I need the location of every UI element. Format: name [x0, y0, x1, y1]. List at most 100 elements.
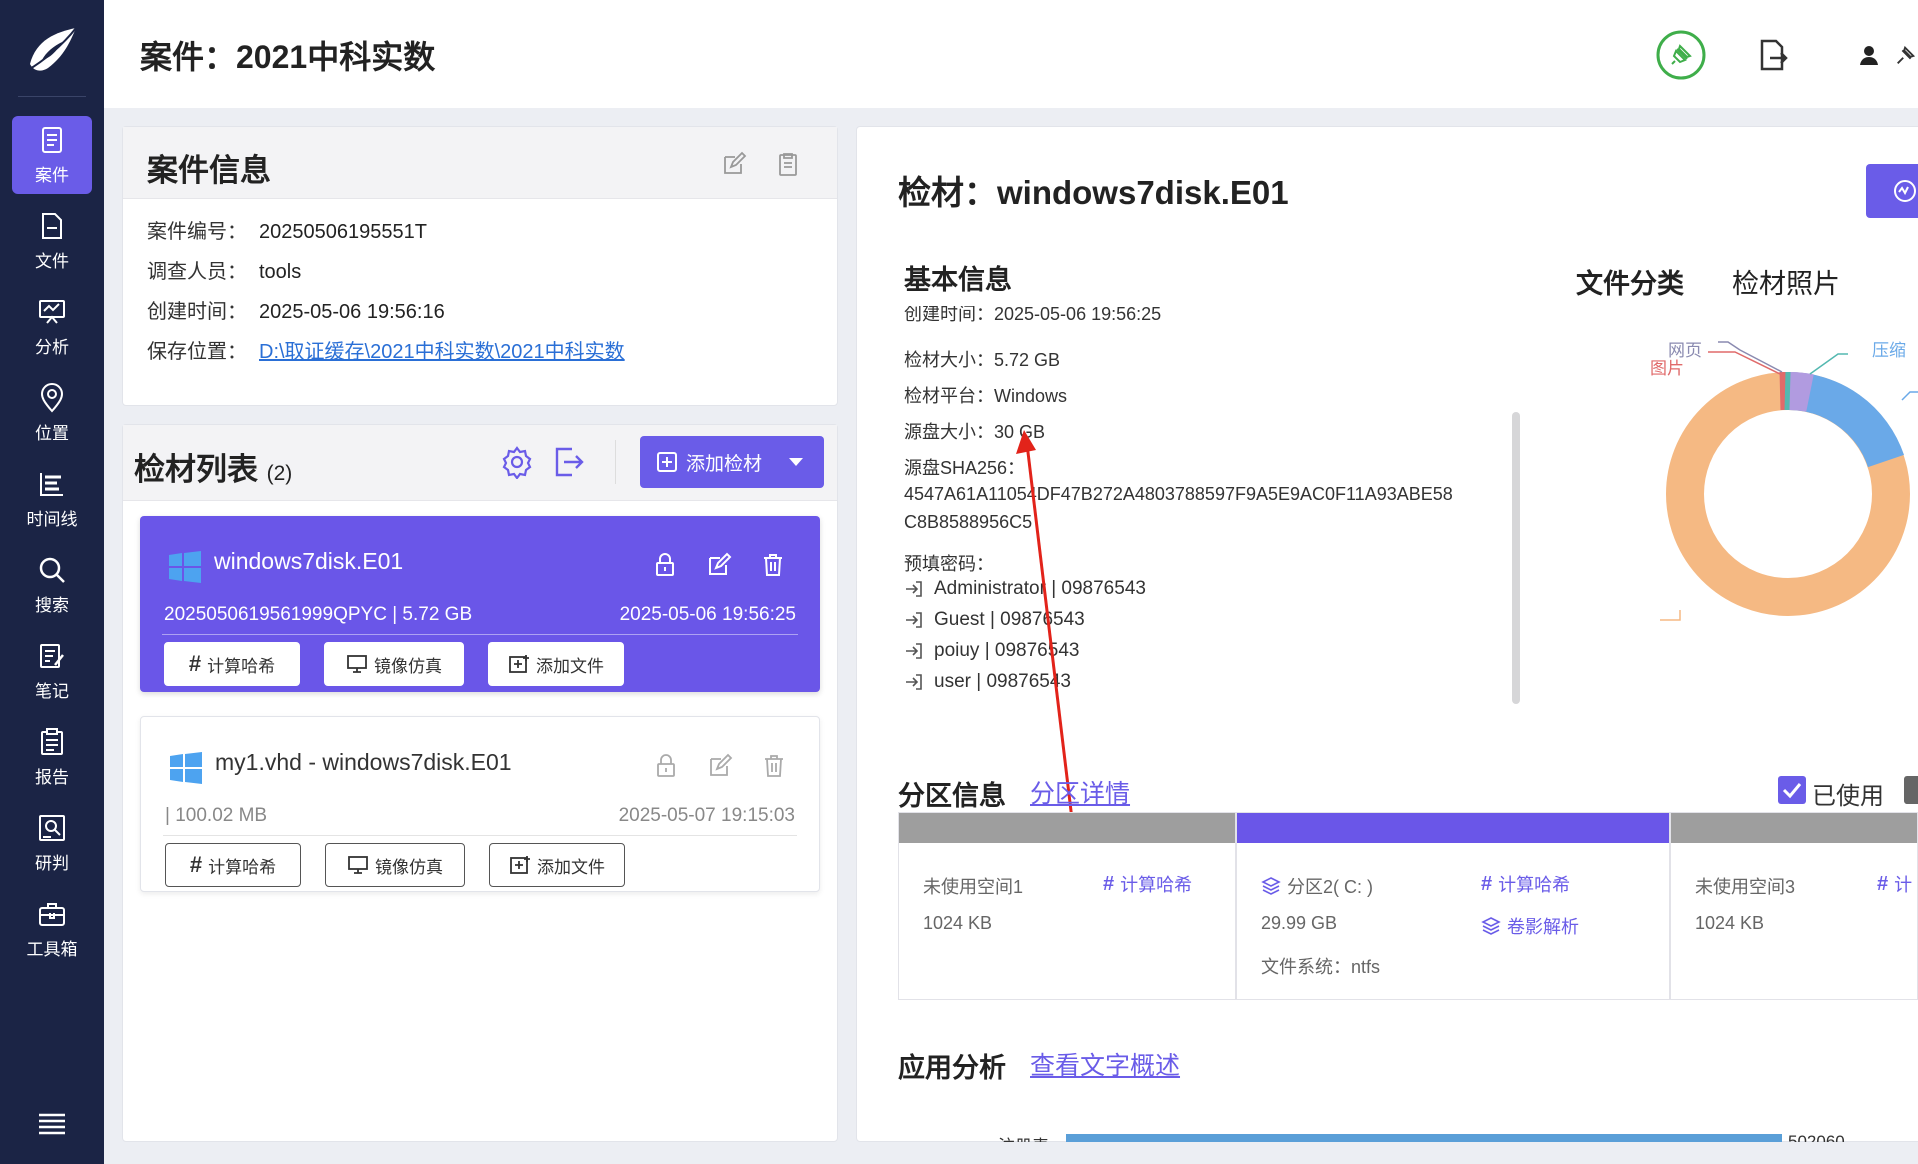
free-checkbox[interactable] [1904, 776, 1918, 804]
pin-window-button[interactable] [1894, 30, 1918, 80]
sidebar-item-label: 位置 [35, 423, 69, 443]
created-time-line: 创建时间：2025-05-06 19:56:25 [904, 306, 1162, 324]
image-emulation-button[interactable]: 镜像仿真 [324, 642, 464, 686]
partition-card[interactable]: 未使用空间1 1024 KB # 计算哈希 [898, 812, 1236, 1000]
partition-card[interactable]: 未使用空间3 1024 KB # 计 [1670, 812, 1918, 1000]
compute-hash-link[interactable]: # 计算哈希 [1481, 871, 1570, 897]
pin-status-button[interactable] [1656, 30, 1706, 80]
sidebar-item-toolbox[interactable]: 工具箱 [12, 890, 92, 968]
evidence-list-title-text: 检材列表 [134, 452, 258, 487]
login-icon [906, 581, 922, 597]
app-bar-label: 注册表 [998, 1132, 1049, 1142]
add-file-button[interactable]: 添加文件 [488, 642, 624, 686]
header: 案件：2021中科实数 [104, 0, 1918, 108]
lock-icon[interactable] [653, 753, 679, 779]
sidebar-item-file[interactable]: 文件 [12, 202, 92, 280]
add-file-button[interactable]: 添加文件 [489, 843, 625, 887]
save-location-link[interactable]: D:\取证缓存\2021中科实数\2021中科实数 [259, 341, 625, 363]
image-emulation-button[interactable]: 镜像仿真 [325, 843, 465, 887]
scrollbar[interactable] [1512, 412, 1520, 704]
evidence-count: (2) [266, 462, 293, 485]
export-icon [1760, 39, 1788, 71]
plus-square-icon [657, 452, 677, 472]
sidebar-item-label: 工具箱 [26, 939, 78, 959]
sidebar-item-search[interactable]: 搜索 [12, 546, 92, 624]
partition-size: 1024 KB [1695, 913, 1765, 933]
analyze-button[interactable] [1866, 164, 1918, 218]
windows-icon [169, 551, 201, 583]
tab-file-category[interactable]: 文件分类 [1576, 262, 1684, 301]
trash-icon[interactable] [761, 753, 787, 779]
sidebar-item-label: 搜索 [35, 595, 69, 615]
sidebar-item-location[interactable]: 位置 [12, 374, 92, 452]
card-divider [162, 634, 798, 635]
app-logo [27, 27, 77, 71]
judge-icon [39, 814, 65, 841]
lock-icon[interactable] [652, 552, 678, 578]
partition-card[interactable]: 分区2( C: ) 29.99 GB 文件系统：ntfs # 计算哈希 卷影解析 [1236, 812, 1670, 1000]
partition-details-link[interactable]: 分区详情 [1030, 774, 1130, 810]
app-bar [1066, 1134, 1782, 1142]
user-icon [1860, 46, 1878, 65]
compute-hash-button[interactable]: # 计算哈希 [165, 843, 301, 887]
login-icon [906, 643, 922, 659]
chevron-down-icon[interactable] [788, 457, 804, 467]
text-overview-link[interactable]: 查看文字概述 [1030, 1046, 1180, 1082]
settings-icon[interactable] [500, 445, 534, 479]
report-icon [41, 727, 63, 755]
button-label: 添加文件 [537, 857, 605, 877]
user-button[interactable] [1844, 30, 1894, 80]
sidebar-item-notes[interactable]: 笔记 [12, 632, 92, 710]
case-number-value: 20250506195551T [259, 221, 427, 243]
sidebar-item-label: 研判 [35, 853, 69, 873]
compute-hash-link[interactable]: # 计 [1877, 871, 1912, 897]
basic-info-scroll[interactable]: 创建时间：2025-05-06 19:56:25 检材大小：5.72 GB 检材… [896, 306, 1516, 706]
sidebar-item-timeline[interactable]: 时间线 [12, 460, 92, 538]
sidebar-item-label: 案件 [35, 165, 69, 185]
evidence-card[interactable]: my1.vhd - windows7disk.E01 | 100.02 MB 2… [140, 716, 820, 892]
partition-size: 29.99 GB [1261, 913, 1338, 933]
sidebar-item-analysis[interactable]: 分析 [12, 288, 92, 366]
evidence-name: my1.vhd - windows7disk.E01 [215, 749, 512, 775]
sidebar-item-case[interactable]: 案件 [12, 116, 92, 194]
button-label: 计算哈希 [208, 857, 277, 877]
partition-bar [1237, 813, 1669, 843]
sidebar-item-judge[interactable]: 研判 [12, 804, 92, 882]
chart-label-image: 图片 [1650, 359, 1684, 378]
hash-icon: # [189, 852, 203, 877]
menu-icon[interactable] [36, 1110, 68, 1138]
sha-label: 源盘SHA256： [904, 458, 1026, 478]
export-button[interactable] [1748, 30, 1798, 80]
partition-name-row: 分区2( C: ) [1261, 873, 1373, 899]
compute-hash-link[interactable]: # 计算哈希 [1103, 871, 1192, 897]
evidence-date: 2025-05-07 19:15:03 [618, 805, 795, 826]
evidence-card[interactable]: windows7disk.E01 2025050619561999QPYC | … [140, 516, 820, 692]
edit-icon[interactable] [707, 753, 733, 779]
login-icon [906, 674, 922, 690]
hash-icon: # [1103, 872, 1115, 895]
evidence-date: 2025-05-06 19:56:25 [619, 604, 796, 625]
link-label: 计算哈希 [1498, 875, 1571, 895]
evidence-size-line: 检材大小：5.72 GB [904, 350, 1061, 370]
partition-size: 1024 KB [923, 913, 993, 933]
sidebar-item-report[interactable]: 报告 [12, 718, 92, 796]
shadow-copy-link[interactable]: 卷影解析 [1481, 913, 1579, 939]
analysis-icon [39, 299, 65, 324]
app-bar-value: 502060 [1788, 1132, 1845, 1142]
tab-evidence-photos[interactable]: 检材照片 [1732, 262, 1840, 301]
evidence-name: windows7disk.E01 [214, 548, 404, 574]
trash-icon[interactable] [760, 552, 786, 578]
button-label: 计算哈希 [207, 656, 276, 676]
password-label: 预填密码： [904, 554, 994, 574]
compute-hash-button[interactable]: # 计算哈希 [164, 642, 300, 686]
edit-icon[interactable] [721, 151, 747, 177]
hash-icon: # [1481, 872, 1493, 895]
clipboard-icon[interactable] [775, 151, 801, 177]
link-label: 卷影解析 [1507, 917, 1579, 937]
add-evidence-button[interactable]: 添加检材 [640, 436, 824, 488]
export-evidence-icon[interactable] [552, 445, 586, 479]
evidence-list-title: 检材列表 (2) [134, 444, 292, 489]
app-analysis-title: 应用分析 [898, 1053, 1006, 1083]
edit-icon[interactable] [706, 552, 732, 578]
used-checkbox[interactable] [1778, 776, 1806, 804]
